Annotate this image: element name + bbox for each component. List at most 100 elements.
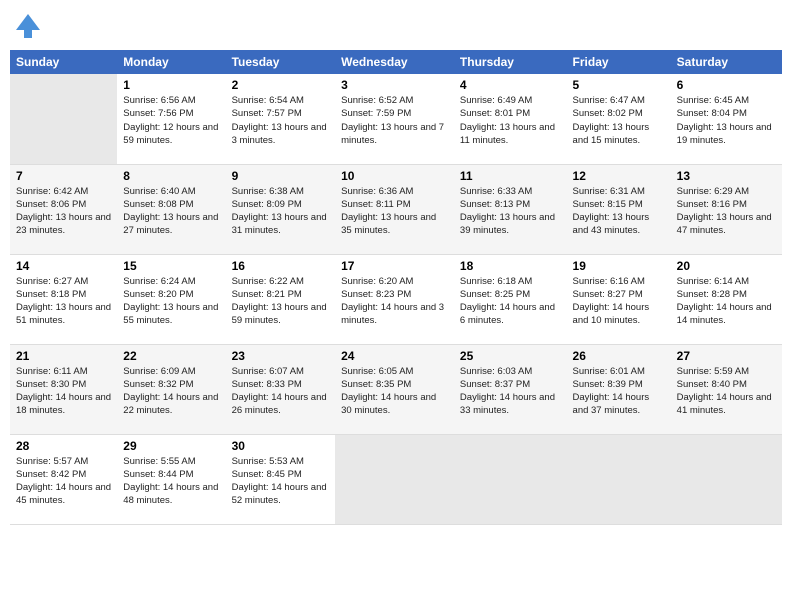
calendar-cell: 16 Sunrise: 6:22 AMSunset: 8:21 PMDayligh… [226,254,336,344]
day-info: Sunrise: 6:47 AMSunset: 8:02 PMDaylight:… [573,94,665,147]
day-number: 13 [677,169,776,183]
day-number: 20 [677,259,776,273]
day-info: Sunrise: 6:16 AMSunset: 8:27 PMDaylight:… [573,275,665,328]
calendar-cell: 4 Sunrise: 6:49 AMSunset: 8:01 PMDaylight… [454,74,567,164]
day-number: 19 [573,259,665,273]
calendar-cell: 15 Sunrise: 6:24 AMSunset: 8:20 PMDayligh… [117,254,225,344]
calendar-cell: 7Sunrise: 6:42 AMSunset: 8:06 PMDaylight… [10,164,117,254]
calendar-cell: 9 Sunrise: 6:38 AMSunset: 8:09 PMDaylight… [226,164,336,254]
calendar-table: SundayMondayTuesdayWednesdayThursdayFrid… [10,50,782,525]
day-info: Sunrise: 6:27 AMSunset: 8:18 PMDaylight:… [16,275,111,328]
logo-icon [12,10,44,42]
calendar-cell: 25Sunrise: 6:03 AMSunset: 8:37 PMDayligh… [454,344,567,434]
calendar-cell: 5 Sunrise: 6:47 AMSunset: 8:02 PMDaylight… [567,74,671,164]
day-info: Sunrise: 6:22 AMSunset: 8:21 PMDaylight:… [232,275,330,328]
calendar-cell: 3 Sunrise: 6:52 AMSunset: 7:59 PMDaylight… [335,74,454,164]
day-number: 2 [232,78,330,92]
day-info: Sunrise: 5:53 AMSunset: 8:45 PMDaylight:… [232,455,330,508]
day-info: Sunrise: 6:56 AMSunset: 7:56 PMDaylight:… [123,94,219,147]
day-info: Sunrise: 6:11 AMSunset: 8:30 PMDaylight:… [16,365,111,418]
calendar-cell: 1 Sunrise: 6:56 AMSunset: 7:56 PMDaylight… [117,74,225,164]
day-info: Sunrise: 6:40 AMSunset: 8:08 PMDaylight:… [123,185,219,238]
calendar-cell: 21 Sunrise: 6:11 AMSunset: 8:30 PMDayligh… [10,344,117,434]
calendar-cell [10,74,117,164]
calendar-cell: 30 Sunrise: 5:53 AMSunset: 8:45 PMDayligh… [226,434,336,524]
calendar-cell: 6 Sunrise: 6:45 AMSunset: 8:04 PMDaylight… [671,74,782,164]
day-info: Sunrise: 6:54 AMSunset: 7:57 PMDaylight:… [232,94,330,147]
calendar-cell: 8Sunrise: 6:40 AMSunset: 8:08 PMDaylight… [117,164,225,254]
calendar-cell: 28Sunrise: 5:57 AMSunset: 8:42 PMDayligh… [10,434,117,524]
weekday-header-sunday: Sunday [10,50,117,74]
calendar-cell: 22 Sunrise: 6:09 AMSunset: 8:32 PMDayligh… [117,344,225,434]
day-number: 21 [16,349,111,363]
calendar-cell [335,434,454,524]
day-number: 27 [677,349,776,363]
day-number: 4 [460,78,561,92]
calendar-cell: 24 Sunrise: 6:05 AMSunset: 8:35 PMDayligh… [335,344,454,434]
day-number: 30 [232,439,330,453]
day-info: Sunrise: 6:36 AMSunset: 8:11 PMDaylight:… [341,185,448,238]
calendar-cell: 2 Sunrise: 6:54 AMSunset: 7:57 PMDaylight… [226,74,336,164]
week-row-1: 1 Sunrise: 6:56 AMSunset: 7:56 PMDaylight… [10,74,782,164]
day-number: 22 [123,349,219,363]
calendar-cell: 29 Sunrise: 5:55 AMSunset: 8:44 PMDayligh… [117,434,225,524]
day-info: Sunrise: 5:55 AMSunset: 8:44 PMDaylight:… [123,455,219,508]
day-info: Sunrise: 6:07 AMSunset: 8:33 PMDaylight:… [232,365,330,418]
day-info: Sunrise: 6:52 AMSunset: 7:59 PMDaylight:… [341,94,448,147]
day-info: Sunrise: 6:09 AMSunset: 8:32 PMDaylight:… [123,365,219,418]
day-info: Sunrise: 6:05 AMSunset: 8:35 PMDaylight:… [341,365,448,418]
logo [10,10,44,42]
calendar-cell: 23 Sunrise: 6:07 AMSunset: 8:33 PMDayligh… [226,344,336,434]
day-number: 6 [677,78,776,92]
day-info: Sunrise: 5:59 AMSunset: 8:40 PMDaylight:… [677,365,776,418]
calendar-cell [567,434,671,524]
day-info: Sunrise: 6:24 AMSunset: 8:20 PMDaylight:… [123,275,219,328]
calendar-cell: 18 Sunrise: 6:18 AMSunset: 8:25 PMDayligh… [454,254,567,344]
day-number: 24 [341,349,448,363]
day-number: 29 [123,439,219,453]
calendar-cell: 12 Sunrise: 6:31 AMSunset: 8:15 PMDayligh… [567,164,671,254]
day-info: Sunrise: 6:38 AMSunset: 8:09 PMDaylight:… [232,185,330,238]
day-number: 9 [232,169,330,183]
calendar-cell: 20 Sunrise: 6:14 AMSunset: 8:28 PMDayligh… [671,254,782,344]
weekday-header-wednesday: Wednesday [335,50,454,74]
day-info: Sunrise: 6:45 AMSunset: 8:04 PMDaylight:… [677,94,776,147]
calendar-cell: 14 Sunrise: 6:27 AMSunset: 8:18 PMDayligh… [10,254,117,344]
calendar-cell: 17Sunrise: 6:20 AMSunset: 8:23 PMDayligh… [335,254,454,344]
calendar-cell: 26 Sunrise: 6:01 AMSunset: 8:39 PMDayligh… [567,344,671,434]
day-number: 25 [460,349,561,363]
calendar-cell [671,434,782,524]
day-number: 3 [341,78,448,92]
day-info: Sunrise: 6:01 AMSunset: 8:39 PMDaylight:… [573,365,665,418]
day-number: 26 [573,349,665,363]
week-row-3: 14 Sunrise: 6:27 AMSunset: 8:18 PMDayligh… [10,254,782,344]
day-info: Sunrise: 6:14 AMSunset: 8:28 PMDaylight:… [677,275,776,328]
day-number: 5 [573,78,665,92]
day-number: 1 [123,78,219,92]
day-number: 23 [232,349,330,363]
weekday-header-row: SundayMondayTuesdayWednesdayThursdayFrid… [10,50,782,74]
calendar-cell: 27 Sunrise: 5:59 AMSunset: 8:40 PMDayligh… [671,344,782,434]
day-info: Sunrise: 6:31 AMSunset: 8:15 PMDaylight:… [573,185,665,238]
day-info: Sunrise: 6:29 AMSunset: 8:16 PMDaylight:… [677,185,776,238]
weekday-header-friday: Friday [567,50,671,74]
weekday-header-tuesday: Tuesday [226,50,336,74]
calendar-cell: 19 Sunrise: 6:16 AMSunset: 8:27 PMDayligh… [567,254,671,344]
calendar-cell: 10 Sunrise: 6:36 AMSunset: 8:11 PMDayligh… [335,164,454,254]
day-number: 11 [460,169,561,183]
weekday-header-thursday: Thursday [454,50,567,74]
calendar-cell: 13 Sunrise: 6:29 AMSunset: 8:16 PMDayligh… [671,164,782,254]
day-number: 16 [232,259,330,273]
day-info: Sunrise: 5:57 AMSunset: 8:42 PMDaylight:… [16,455,111,508]
day-number: 14 [16,259,111,273]
day-number: 18 [460,259,561,273]
day-number: 12 [573,169,665,183]
day-info: Sunrise: 6:49 AMSunset: 8:01 PMDaylight:… [460,94,561,147]
day-number: 7 [16,169,111,183]
calendar-cell: 11 Sunrise: 6:33 AMSunset: 8:13 PMDayligh… [454,164,567,254]
day-info: Sunrise: 6:18 AMSunset: 8:25 PMDaylight:… [460,275,561,328]
calendar-cell [454,434,567,524]
day-number: 15 [123,259,219,273]
day-number: 10 [341,169,448,183]
day-info: Sunrise: 6:33 AMSunset: 8:13 PMDaylight:… [460,185,561,238]
